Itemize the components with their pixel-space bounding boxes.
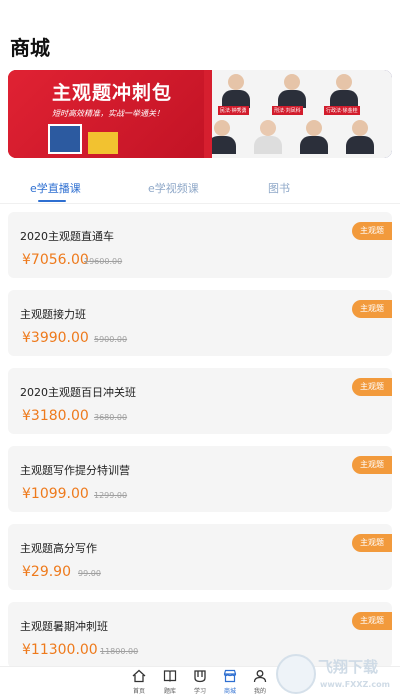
course-card[interactable]: 2020主观题直通车 ¥7056.00 19600.00 主观题 bbox=[8, 212, 392, 278]
user-icon bbox=[253, 670, 267, 683]
teacher-name-label: 民法·钟秀勇 bbox=[218, 106, 249, 115]
active-tab-indicator bbox=[38, 200, 66, 202]
course-title: 主观题接力班 bbox=[20, 308, 86, 321]
teacher-photo bbox=[274, 72, 310, 108]
tab-live-course[interactable]: e学直播课 bbox=[30, 180, 81, 196]
course-title: 主观题高分写作 bbox=[20, 542, 97, 555]
promo-banner[interactable]: 主观题冲刺包 短时高效精准，实战一举通关！ 民法·钟秀勇 刑法·刘凤科 行政法·… bbox=[8, 70, 392, 158]
category-badge: 主观题 bbox=[352, 456, 392, 474]
nav-item-home[interactable]: 首页 bbox=[124, 669, 154, 695]
watermark-url: www.FXXZ.com bbox=[320, 680, 390, 689]
course-title: 主观题暑期冲刺班 bbox=[20, 620, 108, 633]
course-original-price: 99.00 bbox=[78, 569, 101, 578]
category-badge: 主观题 bbox=[352, 534, 392, 552]
course-title: 2020主观题直通车 bbox=[20, 230, 114, 243]
course-original-price: 1299.00 bbox=[94, 491, 128, 500]
category-badge: 主观题 bbox=[352, 300, 392, 318]
tabs-divider bbox=[0, 203, 400, 204]
nav-label: 商城 bbox=[223, 688, 236, 695]
nav-label: 题库 bbox=[163, 688, 176, 695]
nav-item-question-bank[interactable]: 题库 bbox=[155, 669, 185, 695]
banner-divider bbox=[204, 70, 212, 158]
banner-teacher-photos: 民法·钟秀勇 刑法·刘凤科 行政法·徐金桂 bbox=[204, 70, 392, 158]
course-card[interactable]: 主观题高分写作 ¥29.90 99.00 主观题 bbox=[8, 524, 392, 590]
watermark-logo-icon bbox=[276, 654, 316, 694]
course-price: ¥7056.00 bbox=[22, 252, 89, 268]
course-card[interactable]: 主观题写作提分特训营 ¥1099.00 1299.00 主观题 bbox=[8, 446, 392, 512]
teacher-name-label: 行政法·徐金桂 bbox=[324, 106, 360, 115]
course-price: ¥29.90 bbox=[22, 564, 71, 580]
category-badge: 主观题 bbox=[352, 222, 392, 240]
course-price: ¥1099.00 bbox=[22, 486, 89, 502]
course-title: 2020主观题百日冲关班 bbox=[20, 386, 136, 399]
course-price: ¥11300.00 bbox=[22, 642, 98, 658]
nav-label: 学习 bbox=[193, 688, 206, 695]
teacher-photo bbox=[250, 118, 286, 154]
nav-item-study[interactable]: 学习 bbox=[185, 669, 215, 695]
home-icon bbox=[132, 669, 146, 683]
course-card[interactable]: 2020主观题百日冲关班 ¥3180.00 3680.00 主观题 bbox=[8, 368, 392, 434]
teacher-photo bbox=[296, 118, 332, 154]
store-icon bbox=[223, 669, 237, 683]
tab-video-course[interactable]: e学视频课 bbox=[148, 180, 199, 196]
banner-book-image-2 bbox=[88, 132, 118, 154]
course-card[interactable]: 主观题接力班 ¥3990.00 5900.00 主观题 bbox=[8, 290, 392, 356]
teacher-photo bbox=[218, 72, 254, 108]
course-original-price: 11800.00 bbox=[100, 647, 139, 656]
site-watermark: 飞翔下载 www.FXXZ.com bbox=[274, 652, 400, 700]
book-icon bbox=[163, 670, 177, 682]
banner-title: 主观题冲刺包 bbox=[52, 82, 173, 104]
course-title: 主观题写作提分特训营 bbox=[20, 464, 130, 477]
course-tabs: e学直播课 e学视频课 图书 bbox=[0, 172, 400, 202]
nav-item-store[interactable]: 商城 bbox=[215, 669, 245, 695]
teacher-name-label: 刑法·刘凤科 bbox=[272, 106, 303, 115]
teacher-photo bbox=[326, 72, 362, 108]
nav-item-profile[interactable]: 我的 bbox=[245, 669, 275, 695]
study-icon bbox=[194, 670, 206, 683]
teacher-photo bbox=[342, 118, 378, 154]
course-original-price: 19600.00 bbox=[84, 257, 123, 266]
banner-book-image bbox=[48, 124, 82, 154]
tab-books[interactable]: 图书 bbox=[268, 180, 290, 196]
course-price: ¥3180.00 bbox=[22, 408, 89, 424]
course-price: ¥3990.00 bbox=[22, 330, 89, 346]
nav-label: 首页 bbox=[132, 688, 145, 695]
category-badge: 主观题 bbox=[352, 378, 392, 396]
category-badge: 主观题 bbox=[352, 612, 392, 630]
course-original-price: 5900.00 bbox=[94, 335, 128, 344]
nav-label: 我的 bbox=[253, 688, 266, 695]
watermark-text: 飞翔下载 bbox=[318, 658, 379, 676]
banner-subtitle: 短时高效精准，实战一举通关！ bbox=[52, 109, 164, 118]
page-title: 商城 bbox=[10, 36, 50, 60]
course-original-price: 3680.00 bbox=[94, 413, 128, 422]
